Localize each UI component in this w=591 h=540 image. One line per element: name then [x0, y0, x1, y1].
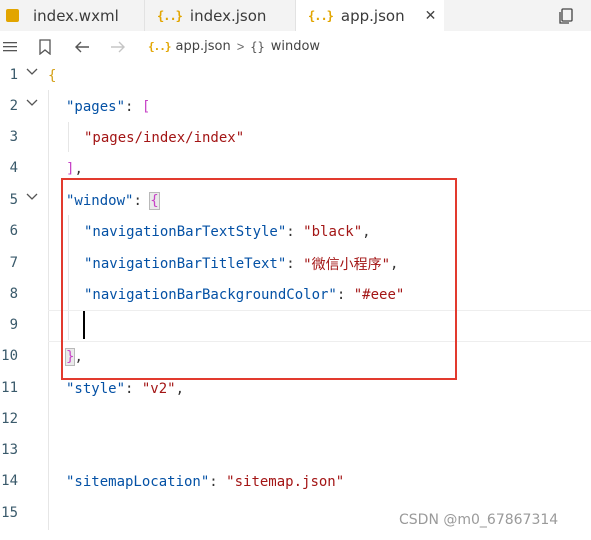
open-bracket: [: [141, 98, 151, 115]
annotation-highlight-box: [61, 178, 457, 380]
tab-index-wxml[interactable]: index.wxml: [0, 0, 144, 31]
comma: ,: [175, 380, 185, 397]
json-file-icon: {..}: [308, 8, 334, 23]
json-string: "pages/index/index": [84, 129, 245, 146]
line-number: 13: [1, 442, 18, 458]
tab-app-json[interactable]: {..} app.json ✕: [296, 0, 444, 31]
tab-label: index.json: [189, 6, 267, 25]
line-number: 8: [9, 286, 18, 302]
tab-label: app.json: [340, 6, 405, 25]
colon: :: [125, 380, 142, 397]
editor-tab-bar: index.wxml {..} index.json {..} app.json…: [0, 0, 591, 31]
line-number: 6: [9, 223, 18, 239]
line-number: 14: [1, 473, 18, 489]
json-string: "sitemap.json": [226, 473, 345, 490]
breadcrumb-symbol[interactable]: window: [271, 39, 320, 54]
tab-label: index.wxml: [33, 6, 119, 25]
tab-index-json[interactable]: {..} index.json: [145, 0, 295, 31]
menu-icon[interactable]: [2, 31, 18, 62]
line-number: 9: [9, 317, 18, 333]
breadcrumb-file[interactable]: app.json: [176, 39, 231, 54]
copy-file-icon[interactable]: [556, 6, 576, 26]
chevron-right-icon: >: [236, 39, 245, 54]
line-number: 2: [9, 98, 18, 114]
wxml-file-icon: [6, 9, 19, 22]
close-tab-icon[interactable]: ✕: [425, 8, 437, 24]
json-file-icon: {..}: [157, 8, 183, 23]
close-bracket: ]: [66, 160, 75, 177]
code-line[interactable]: "sitemapLocation": "sitemap.json": [66, 466, 344, 497]
bookmark-icon[interactable]: [38, 31, 52, 62]
json-string: "v2": [141, 380, 176, 397]
line-number: 11: [1, 380, 18, 396]
code-line[interactable]: "pages/index/index": [84, 122, 244, 153]
line-number: 10: [1, 348, 18, 364]
back-arrow-icon[interactable]: [74, 31, 90, 62]
chevron-down-icon[interactable]: [26, 97, 38, 109]
json-key: "sitemapLocation": [66, 473, 210, 490]
comma: ,: [74, 160, 83, 177]
json-key: "pages": [66, 98, 126, 115]
watermark: CSDN @m0_67867314: [399, 512, 559, 528]
open-brace: {: [48, 67, 57, 84]
line-number: 15: [1, 505, 18, 521]
line-number: 5: [9, 192, 18, 208]
code-line[interactable]: {: [48, 60, 56, 91]
line-number: 1: [9, 67, 18, 83]
breadcrumb: {..} app.json > {} window: [0, 31, 591, 62]
object-icon: {}: [250, 39, 265, 54]
indent-guide: [68, 122, 69, 152]
line-number: 7: [9, 255, 18, 271]
colon: :: [125, 98, 142, 115]
chevron-down-icon[interactable]: [26, 191, 38, 203]
line-number: 4: [9, 160, 18, 176]
json-file-icon: {..}: [148, 40, 171, 53]
forward-arrow-icon[interactable]: [110, 31, 126, 62]
json-key: "style": [66, 380, 126, 397]
colon: :: [209, 473, 227, 490]
code-line[interactable]: "pages": [: [66, 91, 150, 122]
line-number: 12: [1, 411, 18, 427]
chevron-down-icon[interactable]: [26, 66, 38, 78]
line-number: 3: [9, 129, 18, 145]
